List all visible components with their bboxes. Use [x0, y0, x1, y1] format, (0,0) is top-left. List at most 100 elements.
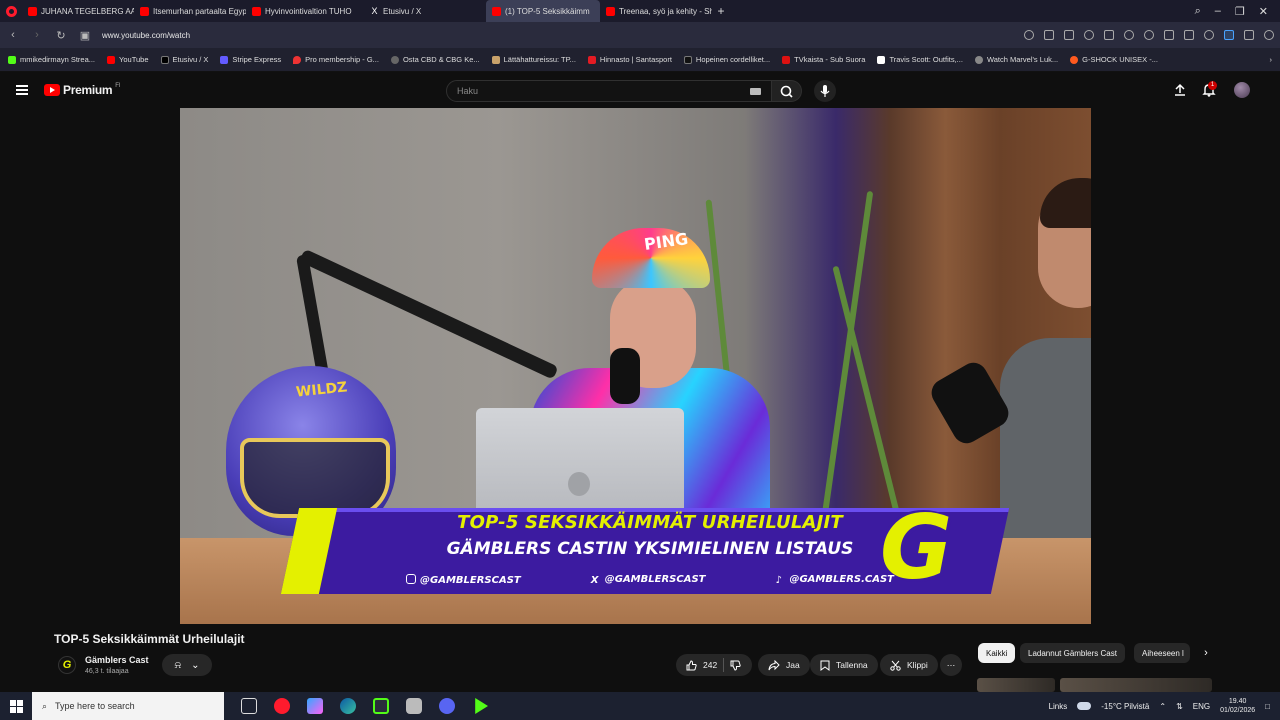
search-button[interactable] [772, 80, 802, 102]
save-button[interactable]: Tallenna [810, 654, 878, 676]
active-app-icon[interactable] [373, 698, 389, 714]
bookmark-label: Pro membership - G... [305, 55, 379, 64]
chevron-right-icon[interactable]: › [1196, 643, 1216, 663]
bookmark[interactable]: TVkaista - Sub Suora [782, 55, 865, 64]
bookmark[interactable]: Pro membership - G... [293, 55, 379, 64]
windows-start-icon[interactable] [0, 692, 32, 720]
upload-icon[interactable] [1172, 82, 1188, 98]
browser-tab[interactable]: Itsemurhan partaalta Egypt [134, 0, 246, 22]
browser-tab[interactable]: Treenaa, syö ja kehity - Sh [600, 0, 712, 22]
profile-icon[interactable] [1204, 30, 1214, 40]
easy-setup-icon[interactable] [1184, 30, 1194, 40]
clock[interactable]: 19.40 01/02/2026 [1220, 697, 1255, 715]
forward-icon[interactable]: › [30, 29, 44, 41]
close-icon[interactable]: ✕ [1259, 5, 1268, 18]
network-icon[interactable]: ⇅ [1176, 702, 1183, 711]
bookmark-label: Stripe Express [232, 55, 282, 64]
search-tabs-icon[interactable]: ⌕ [1195, 5, 1201, 18]
recommended-thumbnail[interactable] [977, 678, 1055, 692]
helmet-facemask [240, 438, 390, 518]
opera-icon[interactable] [274, 698, 290, 714]
links-toolbar[interactable]: Links [1049, 702, 1068, 711]
clip-label: Klippi [907, 660, 928, 670]
taskbar-search-input[interactable]: ⌕ Type here to search [32, 692, 224, 720]
bookmark[interactable]: Watch Marvel's Luk... [974, 55, 1058, 64]
search-input[interactable]: Haku [446, 80, 772, 102]
bookmark[interactable]: Hopeinen cordelliket... [683, 55, 770, 64]
browser-tab[interactable]: X Etusivu / X [364, 0, 486, 22]
cube-icon[interactable] [1244, 30, 1254, 40]
chip-all[interactable]: Kaikki [978, 643, 1016, 663]
url-field[interactable]: www.youtube.com/watch [102, 31, 190, 40]
weather-text[interactable]: -15°C Pilvistä [1101, 702, 1149, 711]
logo-text: Premium [63, 83, 113, 97]
notification-center-icon[interactable]: □ [1265, 702, 1270, 711]
vpn-icon[interactable] [1084, 30, 1094, 40]
heart-icon[interactable] [1144, 30, 1154, 40]
thumbs-down-icon[interactable] [730, 660, 741, 671]
restore-icon[interactable]: ❐ [1235, 5, 1245, 18]
tvkaista-icon [782, 55, 791, 64]
voice-search-button[interactable] [814, 80, 836, 102]
bookmark[interactable]: YouTube [107, 55, 149, 64]
app-icon[interactable] [406, 698, 422, 714]
task-view-icon[interactable] [241, 698, 257, 714]
bookmark[interactable]: G-SHOCK UNISEX -... [1070, 55, 1158, 64]
chevron-down-icon: ⌄ [191, 659, 200, 671]
opera-menu-icon[interactable] [0, 0, 22, 22]
more-actions-button[interactable]: ⋯ [940, 654, 962, 676]
bookmark[interactable]: Hinnasto | Santasport [587, 55, 672, 64]
teams-icon[interactable] [307, 698, 323, 714]
bookmark[interactable]: Travis Scott: Outfits,... [877, 55, 963, 64]
download-icon[interactable] [1164, 30, 1174, 40]
language-indicator[interactable]: ENG [1193, 702, 1210, 711]
chevron-up-icon[interactable]: ⌃ [1159, 702, 1166, 711]
menu-icon[interactable] [16, 85, 28, 95]
like-button[interactable]: 242 [686, 659, 717, 671]
bookmarks-overflow-icon[interactable]: › [1270, 55, 1273, 64]
browser-tab[interactable]: Hyvinvointivaltion TUHO [246, 0, 364, 22]
clip-button[interactable]: Klippi [880, 654, 938, 676]
reload-icon[interactable]: ↻ [54, 29, 68, 42]
minimize-icon[interactable]: – [1215, 5, 1221, 17]
video-player[interactable]: PING WILDZ TOP-5 SEKSIKKÄIMMÄT URHEILULA… [180, 108, 1091, 624]
play-icon[interactable] [1124, 30, 1134, 40]
logo-region: FI [115, 83, 121, 89]
aria-icon[interactable] [1264, 30, 1274, 40]
youtube-logo[interactable]: Premium FI [44, 83, 121, 97]
bookmark[interactable]: Etusivu / X [160, 55, 208, 64]
x-icon: X [371, 5, 378, 16]
discord-icon[interactable] [439, 698, 455, 714]
banner-social-handles: @GAMBLERSCAST X @GAMBLERSCAST ♪ @GAMBLERS.… [330, 574, 970, 586]
recommended-thumbnail[interactable] [1060, 678, 1212, 692]
bookmark[interactable]: Osta CBD & CBG Ke... [390, 55, 480, 64]
chip-uploaded-by[interactable]: Ladannut Gämblers Cast [1020, 643, 1125, 663]
ai-icon[interactable] [1224, 30, 1234, 40]
camera-icon[interactable] [1064, 30, 1074, 40]
stripe-icon [220, 55, 229, 64]
banner-text: TOP-5 SEKSIKKÄIMMÄT URHEILULAJIT GÄMBLER… [330, 512, 970, 559]
edge-icon[interactable] [340, 698, 356, 714]
browser-tab[interactable]: JUHANA TEGELBERG AASI [22, 0, 134, 22]
channel-name[interactable]: Gämblers Cast [85, 655, 149, 665]
windows-taskbar: ⌕ Type here to search Links -15°C Pilvis… [0, 692, 1280, 720]
back-icon[interactable]: ‹ [6, 29, 20, 41]
subscription-bell-button[interactable]: ⍾ ⌄ [162, 654, 212, 676]
lock-icon: ▣ [79, 29, 91, 42]
extension-icon[interactable] [1104, 30, 1114, 40]
tab-label: Etusivu / X [383, 6, 422, 16]
edit-icon[interactable] [1044, 30, 1054, 40]
bookmark[interactable]: mmikedirmayn Strea... [8, 55, 95, 64]
keyboard-icon[interactable] [750, 87, 761, 95]
browser-tab-active[interactable]: (1) TOP-5 Seksikkäimm [486, 0, 600, 22]
chip-related[interactable]: Aiheeseen l [1134, 643, 1190, 663]
bookmark[interactable]: Stripe Express [220, 55, 281, 64]
new-tab-button[interactable]: + [712, 4, 730, 18]
search-icon[interactable] [1024, 30, 1034, 40]
channel-avatar[interactable]: G [58, 656, 76, 674]
account-avatar[interactable] [1234, 82, 1250, 98]
bookmark[interactable]: Lättähattureissu: TP... [491, 55, 576, 64]
share-button[interactable]: Jaa [758, 654, 810, 676]
play-app-icon[interactable] [475, 698, 488, 714]
laptop [476, 408, 684, 518]
